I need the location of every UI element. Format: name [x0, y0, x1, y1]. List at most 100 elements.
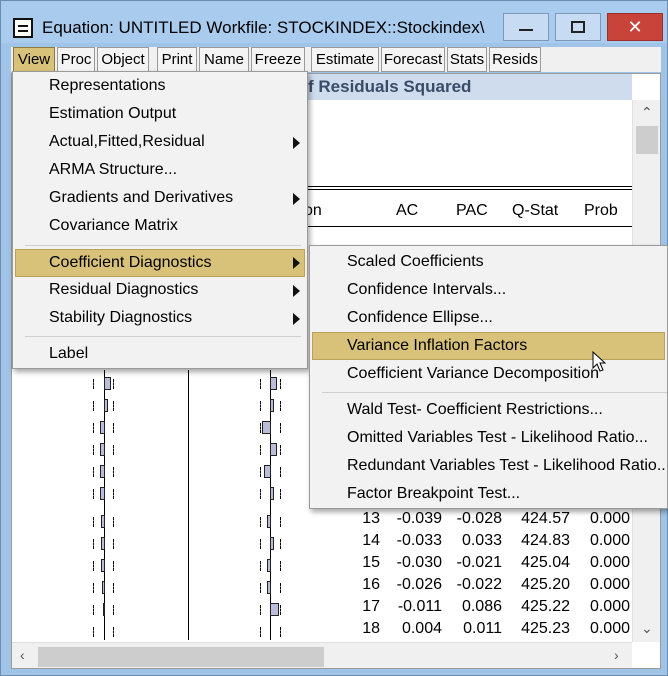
scroll-up-icon[interactable]: ⌃ [641, 104, 653, 121]
pac-bound-mark [260, 561, 261, 571]
ac-bar [104, 399, 108, 412]
ac-bound-mark [113, 489, 114, 499]
toolbar-proc-button[interactable]: Proc [57, 47, 95, 72]
pac-bar [264, 465, 271, 478]
prob-cell: 0.000 [589, 620, 630, 637]
minimize-button[interactable] [503, 13, 549, 41]
submenu-item-coefficient-variance-decomposition[interactable]: Coefficient Variance Decomposition [312, 361, 665, 389]
ac-bar [103, 603, 105, 616]
ac-bound-mark [113, 423, 114, 433]
toolbar-object-button[interactable]: Object [97, 47, 149, 72]
horizontal-scrollbar[interactable]: ‹ › [12, 642, 632, 668]
menu-item-label[interactable]: Label [15, 341, 305, 369]
prob-cell: 0.000 [589, 598, 630, 615]
toolbar-estimate-button[interactable]: Estimate [311, 47, 379, 72]
pac-bound-mark [260, 517, 261, 527]
scroll-left-icon[interactable]: ‹ [20, 647, 25, 663]
menu-item-representations[interactable]: Representations [15, 73, 305, 101]
ac-bound-mark [113, 379, 114, 389]
ac-bar [104, 377, 111, 390]
pac-cell: 0.011 [463, 620, 502, 637]
ac-bound-mark [93, 583, 94, 593]
lag-cell: 14 [362, 532, 380, 549]
pac-bound-mark [260, 627, 261, 637]
menu-item-residual-diagnostics[interactable]: Residual Diagnostics [15, 277, 305, 305]
menu-item-stability-diagnostics[interactable]: Stability Diagnostics [15, 305, 305, 333]
pac-cell: -0.022 [456, 576, 502, 593]
toolbar-name-button[interactable]: Name [199, 47, 249, 72]
ac-cell: -0.033 [396, 532, 442, 549]
ac-bound-mark [93, 627, 94, 637]
toolbar-view-button[interactable]: View [13, 47, 55, 72]
submenu-arrow-icon [293, 137, 300, 149]
menu-item-covariance-matrix[interactable]: Covariance Matrix [15, 213, 305, 241]
menu-item-arma-structure[interactable]: ARMA Structure... [15, 157, 305, 185]
ac-bound-mark [113, 583, 114, 593]
pac-bound-mark [280, 379, 281, 389]
ac-bound-mark [113, 401, 114, 411]
menu-item-actual-fitted-residual[interactable]: Actual,Fitted,Residual [15, 129, 305, 157]
submenu-item-factor-breakpoint-test[interactable]: Factor Breakpoint Test... [312, 481, 665, 509]
prob-header: Prob [584, 202, 618, 219]
toolbar-stats-button[interactable]: Stats [447, 47, 487, 72]
pac-bound-mark [280, 561, 281, 571]
ac-header: AC [396, 202, 419, 219]
menu-item-estimation-output[interactable]: Estimation Output [15, 101, 305, 129]
pac-bar [270, 443, 277, 456]
system-menu-icon[interactable] [13, 18, 33, 38]
pac-bar [267, 515, 271, 528]
pac-bound-mark [280, 467, 281, 477]
submenu-item-confidence-intervals[interactable]: Confidence Intervals... [312, 277, 665, 305]
menu-item-gradients-derivatives[interactable]: Gradients and Derivatives [15, 185, 305, 213]
ac-bar [101, 559, 105, 572]
pac-bound-mark [260, 379, 261, 389]
pac-bound-mark [260, 445, 261, 455]
ac-bound-mark [93, 423, 94, 433]
ac-cell: -0.030 [396, 554, 442, 571]
submenu-item-scaled-coefficients[interactable]: Scaled Coefficients [312, 249, 665, 277]
maximize-button[interactable] [555, 13, 601, 41]
ac-bar [100, 443, 105, 456]
pac-bound-mark [260, 539, 261, 549]
qstat-cell: 425.23 [521, 620, 570, 637]
pac-bar [270, 537, 274, 550]
close-button[interactable]: ✕ [607, 13, 663, 41]
submenu-item-wald-test[interactable]: Wald Test- Coefficient Restrictions... [312, 397, 665, 425]
submenu-arrow-icon [293, 257, 300, 269]
toolbar-resids-button[interactable]: Resids [489, 47, 541, 72]
lag-cell: 15 [362, 554, 380, 571]
ac-bar [100, 465, 105, 478]
horizontal-scroll-thumb[interactable] [38, 647, 324, 667]
prob-cell: 0.000 [589, 510, 630, 527]
menu-item-coefficient-diagnostics[interactable]: Coefficient Diagnostics [15, 249, 305, 277]
pac-bound-mark [280, 423, 281, 433]
pac-bound-mark [280, 627, 281, 637]
banner-text: f Residuals Squared [308, 77, 472, 96]
toolbar-forecast-button[interactable]: Forecast [381, 47, 445, 72]
scroll-down-icon[interactable]: ⌄ [641, 620, 653, 637]
ac-bound-mark [93, 445, 94, 455]
pac-bound-mark [260, 489, 261, 499]
toolbar-freeze-button[interactable]: Freeze [251, 47, 305, 72]
toolbar-print-button[interactable]: Print [157, 47, 197, 72]
ac-bound-mark [113, 539, 114, 549]
lag-cell: 17 [362, 598, 380, 615]
ac-cell: 0.004 [401, 620, 442, 637]
pac-cell: -0.021 [456, 554, 502, 571]
scroll-right-icon[interactable]: › [614, 647, 619, 663]
submenu-item-omitted-variables-test[interactable]: Omitted Variables Test - Likelihood Rati… [312, 425, 665, 453]
pac-cell: 0.033 [461, 532, 502, 549]
ac-bound-mark [113, 445, 114, 455]
ac-bound-mark [113, 561, 114, 571]
lag-cell: 18 [362, 620, 380, 637]
submenu-item-redundant-variables-test[interactable]: Redundant Variables Test - Likelihood Ra… [312, 453, 665, 481]
column-divider [188, 370, 189, 640]
submenu-item-variance-inflation-factors[interactable]: Variance Inflation Factors [312, 332, 665, 360]
pac-bound-mark [260, 583, 261, 593]
submenu-item-confidence-ellipse[interactable]: Confidence Ellipse... [312, 305, 665, 333]
ac-bound-mark [93, 379, 94, 389]
menu-separator [25, 336, 301, 337]
title-bar[interactable]: Equation: UNTITLED Workfile: STOCKINDEX:… [1, 1, 667, 43]
vertical-scroll-thumb[interactable] [636, 126, 658, 154]
pac-bound-mark [260, 401, 261, 411]
